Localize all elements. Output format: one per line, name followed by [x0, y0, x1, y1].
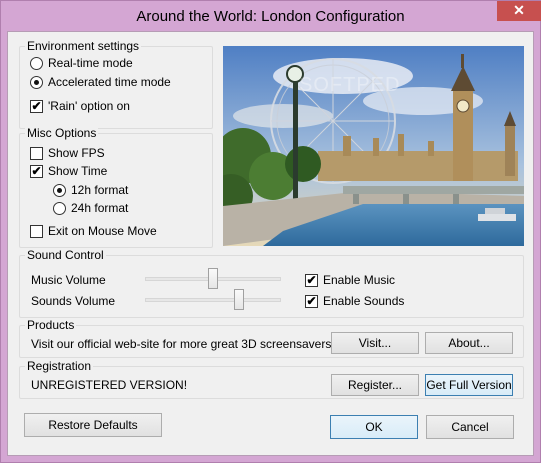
- environment-settings-legend: Environment settings: [25, 39, 142, 53]
- sound-control-legend: Sound Control: [25, 248, 106, 262]
- cancel-button[interactable]: Cancel: [426, 415, 514, 439]
- registration-status: UNREGISTERED VERSION!: [31, 378, 188, 392]
- visit-button[interactable]: Visit...: [331, 332, 419, 354]
- rain-option-label[interactable]: 'Rain' option on: [48, 99, 130, 113]
- registration-legend: Registration: [25, 359, 94, 373]
- close-icon: ✕: [513, 2, 525, 18]
- accelerated-mode-radio[interactable]: [30, 76, 43, 89]
- show-fps-label[interactable]: Show FPS: [48, 146, 105, 160]
- enable-sounds-checkbox[interactable]: ✔: [305, 295, 318, 308]
- enable-music-label[interactable]: Enable Music: [323, 273, 395, 287]
- close-button[interactable]: ✕: [497, 1, 541, 21]
- restore-defaults-button[interactable]: Restore Defaults: [24, 413, 162, 437]
- sounds-volume-slider[interactable]: [145, 289, 281, 311]
- products-description: Visit our official web-site for more gre…: [31, 337, 332, 351]
- rain-option-checkbox[interactable]: ✔: [30, 100, 43, 113]
- window-title: Around the World: London Configuration: [136, 8, 405, 25]
- format-12h-label[interactable]: 12h format: [71, 183, 128, 197]
- register-button[interactable]: Register...: [331, 374, 419, 396]
- sounds-volume-track[interactable]: [145, 298, 281, 302]
- about-button[interactable]: About...: [425, 332, 513, 354]
- music-volume-label: Music Volume: [31, 273, 106, 287]
- exit-on-mouse-move-label[interactable]: Exit on Mouse Move: [48, 224, 157, 238]
- format-24h-label[interactable]: 24h format: [71, 201, 128, 215]
- misc-options-legend: Misc Options: [25, 126, 99, 140]
- enable-music-checkbox[interactable]: ✔: [305, 274, 318, 287]
- sounds-volume-label: Sounds Volume: [31, 294, 116, 308]
- show-fps-checkbox[interactable]: [30, 147, 43, 160]
- sounds-volume-thumb[interactable]: [234, 289, 244, 310]
- show-time-label[interactable]: Show Time: [48, 164, 107, 178]
- misc-options-group: Misc Options Show FPS ✔ Show Time 12h fo…: [19, 126, 213, 248]
- get-full-version-button[interactable]: Get Full Version: [425, 374, 513, 396]
- realtime-mode-label[interactable]: Real-time mode: [48, 56, 133, 70]
- realtime-mode-radio[interactable]: [30, 57, 43, 70]
- watermark-text: SOFTPED: [299, 74, 401, 96]
- ok-button[interactable]: OK: [330, 415, 418, 439]
- dialog-client-area: Environment settings Real-time mode Acce…: [7, 31, 534, 456]
- title-bar[interactable]: Around the World: London Configuration ✕: [1, 1, 541, 32]
- london-preview-image: SOFTPED: [223, 46, 524, 246]
- format-24h-radio[interactable]: [53, 202, 66, 215]
- registration-group: Registration UNREGISTERED VERSION! Regis…: [19, 359, 524, 399]
- products-legend: Products: [25, 318, 77, 332]
- format-12h-radio[interactable]: [53, 184, 66, 197]
- environment-settings-group: Environment settings Real-time mode Acce…: [19, 39, 213, 129]
- show-time-checkbox[interactable]: ✔: [30, 165, 43, 178]
- exit-on-mouse-move-checkbox[interactable]: [30, 225, 43, 238]
- enable-sounds-label[interactable]: Enable Sounds: [323, 294, 404, 308]
- products-group: Products Visit our official web-site for…: [19, 318, 524, 358]
- music-volume-slider[interactable]: [145, 268, 281, 290]
- music-volume-thumb[interactable]: [208, 268, 218, 289]
- sound-control-group: Sound Control Music Volume Sounds Volume…: [19, 248, 524, 318]
- accelerated-mode-label[interactable]: Accelerated time mode: [48, 75, 171, 89]
